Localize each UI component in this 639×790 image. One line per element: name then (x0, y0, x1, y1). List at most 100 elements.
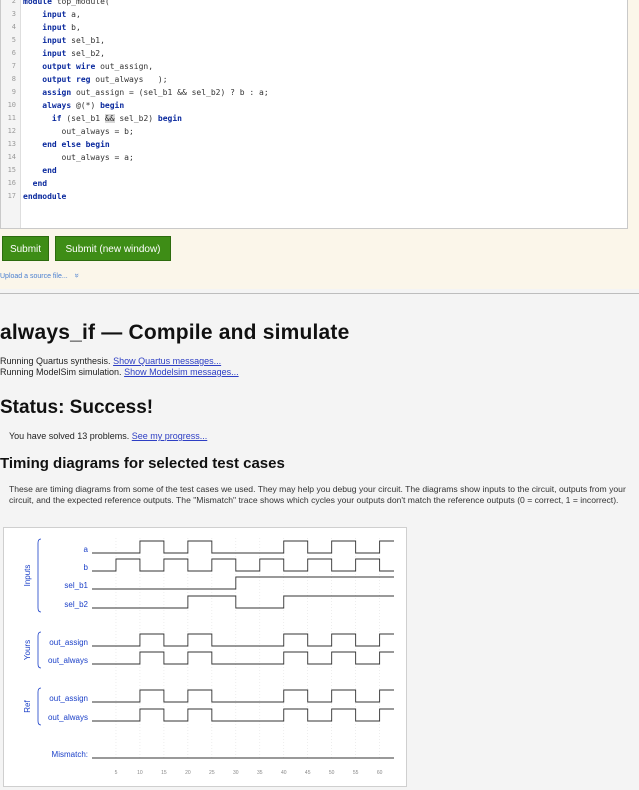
code-text[interactable]: out_always = b; (23, 125, 134, 138)
code-text[interactable]: endmodule (23, 190, 66, 203)
code-token: sel_b1, (66, 36, 105, 45)
code-keyword: begin (157, 114, 182, 123)
line-number: 2 (11, 0, 16, 5)
signal-waveform (92, 558, 394, 572)
signal-waveform (92, 633, 394, 647)
group-label: Yours (23, 640, 32, 660)
line-number: 3 (11, 10, 16, 18)
code-keyword: begin (100, 101, 125, 110)
time-tick-label: 20 (185, 770, 191, 776)
code-text[interactable]: input a, (23, 8, 81, 21)
group-bracket (37, 687, 42, 726)
upload-source-link[interactable]: Upload a source file... » (0, 271, 81, 280)
code-token: a, (66, 10, 81, 19)
code-text[interactable]: input sel_b2, (23, 47, 105, 60)
signal-label: out_always (48, 656, 88, 665)
code-keyword: always (42, 101, 72, 110)
status-heading: Status: Success! (0, 397, 154, 418)
code-text[interactable]: always @(*) begin (23, 99, 124, 112)
group-label: Ref (23, 700, 32, 713)
code-keyword: input (42, 10, 67, 19)
code-text[interactable]: input b, (23, 21, 81, 34)
signal-waveform (92, 595, 394, 609)
chevron-down-icon[interactable]: » (72, 273, 81, 277)
quartus-status-line: Running Quartus synthesis. Show Quartus … (0, 356, 221, 366)
line-number: 4 (11, 23, 16, 31)
timing-diagrams-heading: Timing diagrams for selected test cases (0, 455, 285, 472)
line-number: 10 (7, 101, 16, 109)
code-text[interactable]: module top_module( (23, 0, 110, 8)
code-text[interactable]: end (23, 177, 47, 190)
time-tick-label: 50 (329, 770, 335, 776)
code-text[interactable]: output reg out_always ); (23, 73, 167, 86)
signal-label: b (84, 563, 89, 572)
signal-label: out_assign (49, 694, 88, 703)
time-tick-label: 60 (377, 770, 383, 776)
code-keyword: output (42, 62, 72, 71)
code-keyword: end (42, 166, 57, 175)
code-text[interactable]: end (23, 164, 57, 177)
solved-problems-line: You have solved 13 problems. See my prog… (9, 431, 207, 441)
code-token: b, (66, 23, 81, 32)
signal-label: sel_b1 (64, 581, 88, 590)
code-keyword: wire (76, 62, 96, 71)
upload-label[interactable]: Upload a source file... (0, 273, 68, 280)
line-number: 17 (7, 192, 16, 200)
code-highlight: && (104, 114, 115, 123)
time-tick-label: 5 (115, 770, 118, 776)
code-text[interactable]: out_always = a; (23, 151, 134, 164)
code-keyword: assign (42, 88, 72, 97)
signal-label: a (84, 545, 89, 554)
code-text[interactable]: input sel_b1, (23, 34, 105, 47)
see-my-progress-link[interactable]: See my progress... (132, 431, 208, 441)
show-quartus-messages-link[interactable]: Show Quartus messages... (113, 356, 221, 366)
code-text[interactable]: if (sel_b1 && sel_b2) begin (23, 112, 182, 125)
code-keyword: if (51, 114, 62, 123)
time-tick-label: 25 (209, 770, 215, 776)
submit-new-window-button[interactable]: Submit (new window) (55, 236, 171, 261)
time-tick-label: 30 (233, 770, 239, 776)
line-number: 8 (11, 75, 16, 83)
time-tick-label: 10 (137, 770, 143, 776)
signal-label: sel_b2 (64, 600, 88, 609)
code-text[interactable]: assign out_assign = (sel_b1 && sel_b2) ?… (23, 86, 268, 99)
code-token: top_module( (51, 0, 110, 6)
group-label: Inputs (23, 565, 32, 587)
section-divider (0, 293, 639, 294)
timing-diagram: 5 10 15 20 25 30 35 40 45 50 55 60 ab sel_b1 sel_b2out… (23, 538, 394, 776)
code-editor[interactable]: 2 module top_module(3 input a, 4 input b, 5… (0, 0, 628, 229)
code-keyword: input (42, 36, 67, 45)
code-token: out_always = b; (23, 127, 134, 136)
time-tick-label: 55 (353, 770, 359, 776)
show-modelsim-messages-link[interactable]: Show Modelsim messages... (124, 367, 239, 377)
code-keyword: input (42, 23, 67, 32)
modelsim-status-line: Running ModelSim simulation. Show Models… (0, 367, 239, 377)
signal-label: out_assign (49, 638, 88, 647)
code-token: sel_b2) (114, 114, 158, 123)
code-text[interactable]: output wire out_assign, (23, 60, 153, 73)
code-token: out_always = a; (23, 153, 134, 162)
line-number: 14 (7, 153, 16, 161)
page-title: always_if — Compile and simulate (0, 321, 350, 344)
submit-button[interactable]: Submit (2, 236, 49, 261)
timing-diagram-panel: 5 10 15 20 25 30 35 40 45 50 55 60 a b sel_b1 sel_b2 out… (3, 527, 407, 787)
code-keyword: end else begin (42, 140, 110, 149)
quartus-status-text: Running Quartus synthesis. (0, 356, 114, 366)
code-token: out_assign, (95, 62, 154, 71)
code-token: (sel_b1 (61, 114, 105, 123)
code-text[interactable]: end else begin (23, 138, 110, 151)
line-number: 13 (7, 140, 16, 148)
signal-waveform (92, 651, 394, 665)
group-bracket (37, 538, 42, 613)
modelsim-status-text: Running ModelSim simulation. (0, 367, 125, 377)
